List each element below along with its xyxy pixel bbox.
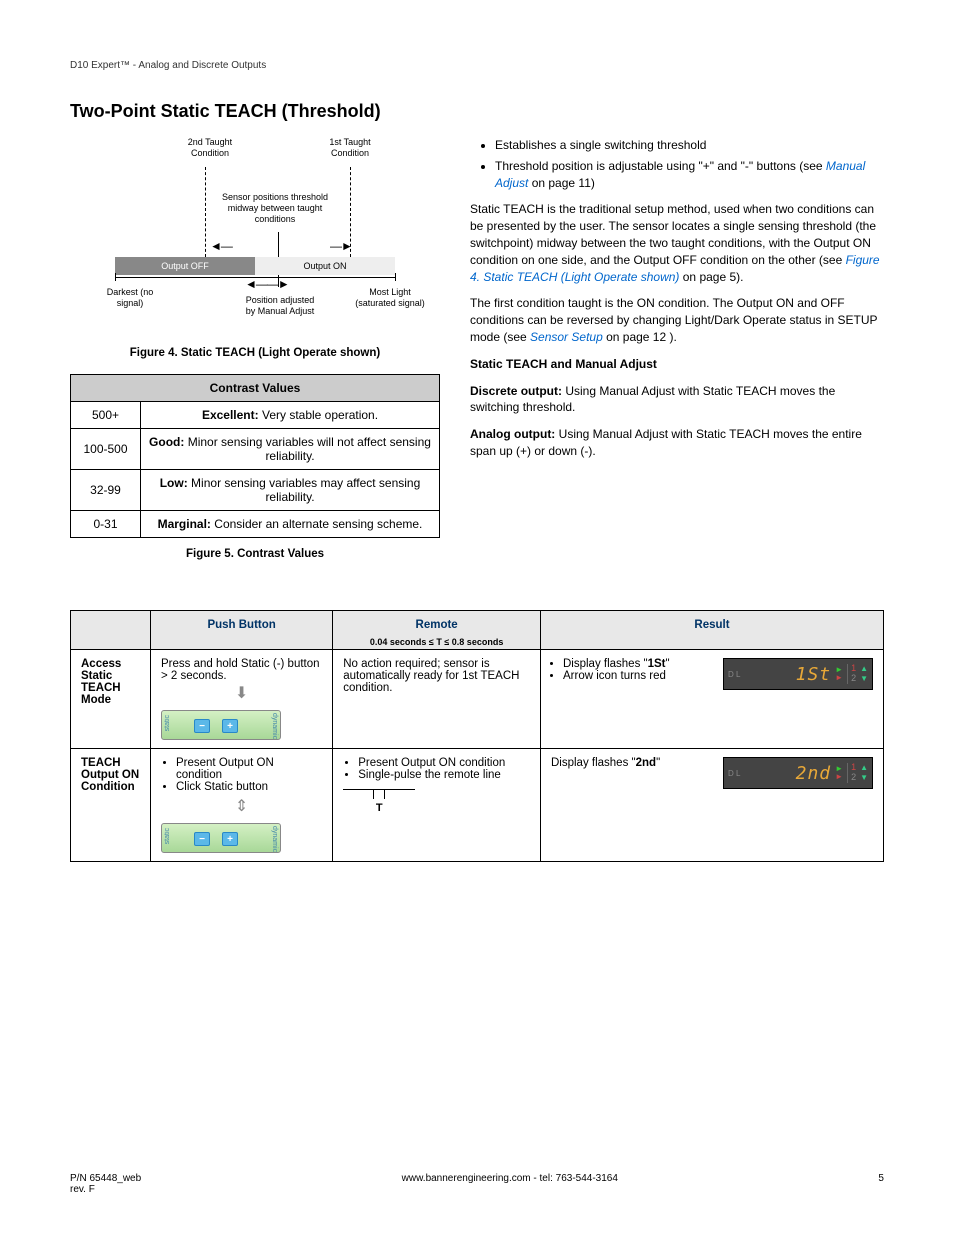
bullet-1: Establishes a single switching threshold (495, 137, 884, 154)
arrow-right-icon: —► (330, 239, 352, 253)
col-result: Result (540, 611, 883, 650)
table-row: 32-99 Low: Minor sensing variables may a… (71, 470, 440, 511)
sensor-display-1st: D L 1St ►► 12 ▲▼ (723, 658, 873, 690)
figure-4-caption: Figure 4. Static TEACH (Light Operate sh… (70, 347, 440, 359)
paragraph-1: Static TEACH is the traditional setup me… (470, 201, 884, 285)
sensor-display-2nd: D L 2nd ►► 12 ▲▼ (723, 757, 873, 789)
diagram-label-dark: Darkest (no signal) (95, 287, 165, 309)
diagram-label-light: Most Light (saturated signal) (355, 287, 425, 309)
table-row: 500+ Excellent: Very stable operation. (71, 402, 440, 429)
down-triangle-icon: ▼ (860, 773, 868, 783)
segment-display: 1St (744, 664, 831, 685)
bidir-arrow-icon: ◄——► (245, 277, 289, 291)
minus-button-icon: − (194, 832, 210, 846)
subheading: Static TEACH and Manual Adjust (470, 356, 884, 373)
table-row: Access Static TEACH Mode Press and hold … (71, 650, 884, 749)
section-title: Two-Point Static TEACH (Threshold) (70, 101, 884, 122)
footer-url: www.bannerengineering.com - tel: 763-544… (402, 1173, 618, 1195)
updown-arrow-icon: ⇕ (161, 799, 322, 815)
down-triangle-icon: ▼ (860, 674, 868, 684)
plus-button-icon: + (222, 832, 238, 846)
contrast-values-table: Contrast Values 500+ Excellent: Very sta… (70, 374, 440, 538)
diagram-label-2nd: 2nd Taught Condition (175, 137, 245, 159)
bullet-2: Threshold position is adjustable using "… (495, 158, 884, 192)
paragraph-2: The first condition taught is the ON con… (470, 295, 884, 345)
dynamic-label: dynamic (271, 826, 278, 852)
diagram-output-off: Output OFF (115, 257, 255, 275)
arrow-left-icon: ◄— (210, 239, 232, 253)
footer-rev: rev. F (70, 1184, 141, 1195)
contrast-header: Contrast Values (71, 375, 440, 402)
dynamic-label: dynamic (271, 713, 278, 739)
sensor-setup-link[interactable]: Sensor Setup (530, 330, 603, 344)
red-arrow-icon: ► (835, 674, 843, 682)
static-teach-diagram: 2nd Taught Condition 1st Taught Conditio… (105, 137, 405, 337)
sensor-button-widget: static − + dynamic (161, 710, 281, 740)
paragraph-4: Analog output: Using Manual Adjust with … (470, 426, 884, 460)
diagram-label-mid: Sensor positions threshold midway betwee… (215, 192, 335, 224)
down-arrow-icon: ⬇ (161, 686, 322, 702)
table-row: 0-31 Marginal: Consider an alternate sen… (71, 511, 440, 538)
segment-display: 2nd (744, 763, 831, 784)
sensor-button-widget: static − + dynamic (161, 823, 281, 853)
table-row: 100-500 Good: Minor sensing variables wi… (71, 429, 440, 470)
col-remote: Remote 0.04 seconds ≤ T ≤ 0.8 seconds (333, 611, 541, 650)
up-triangle-icon: ▲ (860, 664, 868, 674)
minus-button-icon: − (194, 719, 210, 733)
col-push-button: Push Button (151, 611, 333, 650)
row-access-mode: Access Static TEACH Mode (71, 650, 151, 749)
table-row: TEACH Output ON Condition Present Output… (71, 749, 884, 862)
page-footer: P/N 65448_web rev. F www.bannerengineeri… (70, 1173, 884, 1195)
red-arrow-icon: ► (835, 773, 843, 781)
diagram-label-pos: Position adjusted by Manual Adjust (245, 295, 315, 317)
row-teach-on: TEACH Output ON Condition (71, 749, 151, 862)
figure-5-caption: Figure 5. Contrast Values (70, 548, 440, 560)
plus-button-icon: + (222, 719, 238, 733)
page-header: D10 Expert™ - Analog and Discrete Output… (70, 60, 884, 71)
remote-pulse-diagram: T (343, 789, 415, 814)
footer-pn: P/N 65448_web (70, 1173, 141, 1184)
teach-procedure-table: Push Button Remote 0.04 seconds ≤ T ≤ 0.… (70, 610, 884, 862)
diagram-label-1st: 1st Taught Condition (315, 137, 385, 159)
static-label: static (164, 715, 171, 731)
up-triangle-icon: ▲ (860, 763, 868, 773)
footer-page-number: 5 (878, 1173, 884, 1195)
static-label: static (164, 828, 171, 844)
paragraph-3: Discrete output: Using Manual Adjust wit… (470, 383, 884, 417)
diagram-output-on: Output ON (255, 257, 395, 275)
